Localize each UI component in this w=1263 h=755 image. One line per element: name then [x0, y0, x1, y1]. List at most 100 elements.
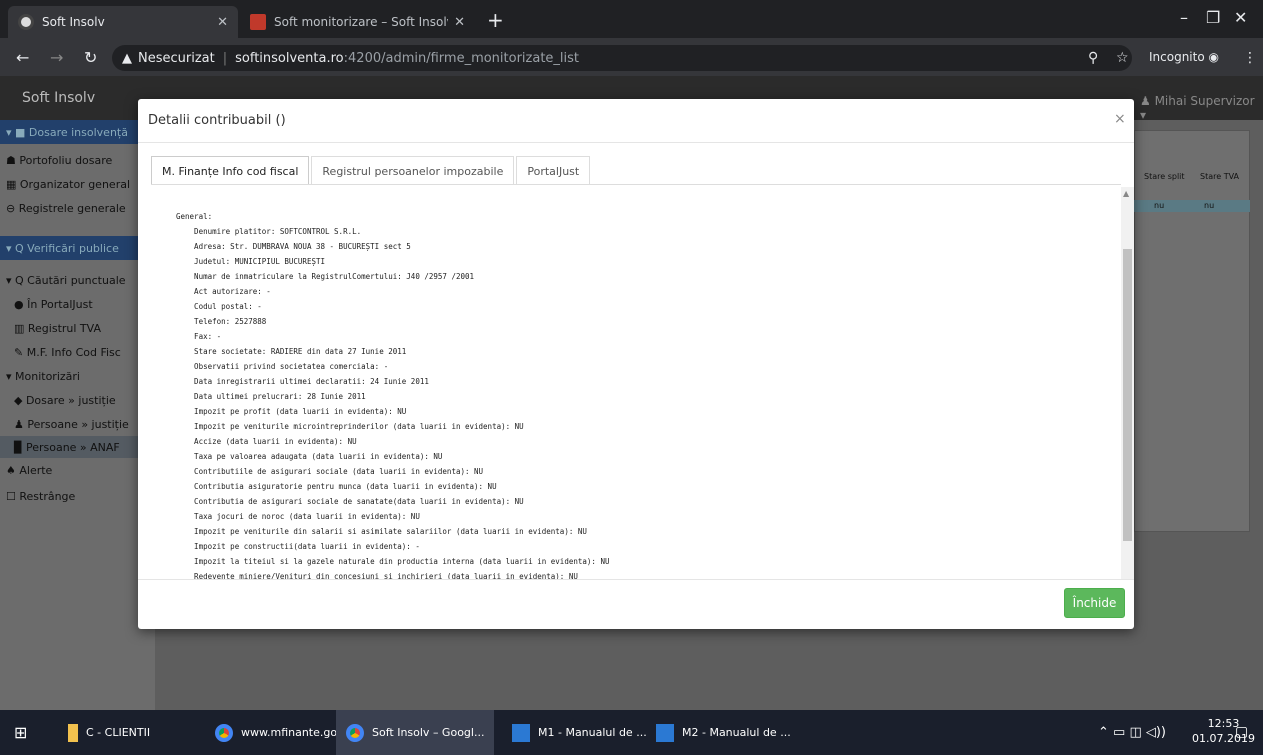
- info-line: Denumire platitor: SOFTCONTROL S.R.L.: [176, 227, 362, 236]
- sidebar-item-registrul-tva[interactable]: ▥ Registrul TVA: [14, 322, 101, 335]
- info-line: Impozit pe veniturile microintreprinderi…: [176, 422, 524, 431]
- folder-icon: [68, 723, 78, 742]
- info-line: Adresa: Str. DUMBRAVA NOUA 38 - BUCUREȘT…: [176, 242, 411, 251]
- incognito-badge[interactable]: Incognito ◉: [1149, 50, 1219, 64]
- modal-body[interactable]: M. Finanțe Info cod fiscal Registrul per…: [138, 143, 1134, 579]
- taskbar-label: Soft Insolv – Googl...: [372, 726, 485, 739]
- user-menu[interactable]: ♟ Mihai Supervizor ▾: [1140, 94, 1263, 122]
- red-square-favicon-icon: [250, 14, 266, 30]
- info-line: Act autorizare: -: [176, 287, 271, 296]
- user-name: Mihai Supervizor: [1154, 94, 1255, 108]
- modal-close-icon[interactable]: ×: [1114, 111, 1126, 127]
- info-line: Numar de inmatriculare la RegistrulComer…: [176, 272, 475, 281]
- info-line: Codul postal: -: [176, 302, 262, 311]
- taskbar-item-soft-insolv[interactable]: Soft Insolv – Googl...: [336, 710, 495, 755]
- taskbar-item-manual-m1[interactable]: M1 - Manualul de ...: [512, 710, 647, 755]
- info-line: Contributia de asigurari sociale de sana…: [176, 497, 524, 506]
- sidebar-item-persoane-anaf[interactable]: ▉ Persoane » ANAF: [14, 441, 120, 454]
- sidebar-item-monitorizari[interactable]: ▾ Monitorizări: [6, 370, 80, 383]
- sidebar-item-mf-info[interactable]: ✎ M.F. Info Cod Fisc: [14, 346, 121, 359]
- chrome-icon: [215, 723, 233, 742]
- minimize-icon[interactable]: –: [1180, 8, 1188, 27]
- results-table-panel: [1134, 130, 1250, 532]
- zoom-icon[interactable]: ⚲: [1088, 50, 1098, 66]
- sidebar-item-persoane-justitie[interactable]: ♟ Persoane » justiție: [14, 418, 129, 431]
- modal-footer-divider: [138, 579, 1134, 580]
- info-line: Taxa jocuri de noroc (data luarii in evi…: [176, 512, 420, 521]
- taskbar-item-explorer[interactable]: C - CLIENTII: [68, 710, 150, 755]
- browser-tab-soft-insolv[interactable]: Soft Insolv ✕: [8, 6, 238, 38]
- sidebar-item-dosare-justitie[interactable]: ◆ Dosare » justiție: [14, 394, 116, 407]
- taskbar-label: C - CLIENTII: [86, 726, 151, 739]
- info-line: Data inregistrarii ultimei declaratii: 2…: [176, 377, 429, 386]
- url-separator: |: [222, 50, 228, 66]
- info-line: Impozit la titeiul si la gazele naturale…: [176, 557, 610, 566]
- sidebar-item-verificari[interactable]: ▾ Q Verificări publice: [6, 242, 119, 255]
- scrollbar-thumb[interactable]: [1123, 249, 1132, 541]
- info-line: Stare societate: RADIERE din data 27 Iun…: [176, 347, 407, 356]
- sidebar-item-registre[interactable]: ⊖ Registrele generale: [6, 202, 126, 215]
- url-host: softinsolventa.ro: [235, 50, 344, 66]
- taskbar-label: M1 - Manualul de ...: [538, 726, 647, 739]
- info-line: Accize (data luarii in evidenta): NU: [176, 437, 357, 446]
- new-tab-icon[interactable]: +: [487, 10, 504, 30]
- sidebar-item-cautari[interactable]: ▾ Q Căutări punctuale: [6, 274, 126, 287]
- soft-insolv-favicon-icon: [18, 14, 34, 30]
- address-bar[interactable]: ▲ Nesecurizat | softinsolventa.ro :4200/…: [112, 45, 1132, 71]
- close-tab-icon[interactable]: ✕: [454, 15, 465, 30]
- close-tab-icon[interactable]: ✕: [217, 15, 228, 30]
- tab-mfinante-info[interactable]: M. Finanțe Info cod fiscal: [151, 156, 310, 185]
- browser-tab-soft-monitorizare[interactable]: Soft monitorizare – Soft Insolvent ✕: [240, 6, 475, 38]
- sidebar-item-dosare-insolventa[interactable]: ▾ ■ Dosare insolvență: [6, 126, 128, 139]
- bookmark-star-icon[interactable]: ☆: [1116, 50, 1129, 66]
- info-line: Fax: -: [176, 332, 222, 341]
- back-icon[interactable]: ←: [16, 48, 29, 67]
- chrome-icon: [346, 723, 364, 742]
- sidebar-item-portofoliu[interactable]: ☗ Portofoliu dosare: [6, 154, 112, 167]
- incognito-icon: ◉: [1208, 50, 1219, 64]
- info-line: Contributia asiguratorie pentru munca (d…: [176, 482, 497, 491]
- info-line: Impozit pe veniturile din salarii si asi…: [176, 527, 587, 536]
- tab-portaljust[interactable]: PortalJust: [516, 156, 591, 185]
- info-line: Telefon: 2527888: [176, 317, 267, 326]
- info-line: Data ultimei prelucrari: 28 Iunie 2011: [176, 392, 366, 401]
- info-line: Contributiile de asigurari sociale (data…: [176, 467, 484, 476]
- contribuabil-details-modal: Detalii contribuabil () × M. Finanțe Inf…: [138, 99, 1134, 629]
- forward-icon[interactable]: →: [50, 48, 63, 67]
- modal-tabs: M. Finanțe Info cod fiscal Registrul per…: [151, 156, 592, 185]
- reload-icon[interactable]: ↻: [84, 48, 97, 67]
- taskbar-label: M2 - Manualul de ...: [682, 726, 791, 739]
- tab-title: Soft Insolv: [42, 15, 105, 29]
- system-tray-icons[interactable]: ⌃ ▭ ◫ ◁)): [1098, 725, 1166, 740]
- tabs-divider: [151, 184, 1121, 185]
- windows-start-icon[interactable]: ⊞: [14, 710, 27, 755]
- word-document-icon: [512, 723, 530, 742]
- column-header-stare-split[interactable]: Stare split: [1144, 172, 1185, 181]
- close-button[interactable]: Închide: [1064, 588, 1125, 618]
- taskbar-item-mfinante[interactable]: www.mfinante.gov...: [215, 710, 353, 755]
- table-cell: nu: [1154, 201, 1165, 210]
- window-close-icon[interactable]: ✕: [1234, 8, 1247, 27]
- info-line: Judetul: MUNICIPIUL BUCUREȘTI: [176, 257, 326, 266]
- scroll-up-icon[interactable]: ▲: [1123, 189, 1129, 198]
- table-row[interactable]: [1134, 200, 1250, 212]
- sidebar-item-portaljust[interactable]: ● În PortalJust: [14, 298, 93, 311]
- tab-registrul-persoanelor[interactable]: Registrul persoanelor impozabile: [311, 156, 515, 185]
- notifications-icon[interactable]: ▢: [1235, 724, 1248, 740]
- column-header-stare-tva[interactable]: Stare TVA: [1200, 172, 1239, 181]
- info-line: Observatii privind societatea comerciala…: [176, 362, 389, 371]
- menu-kebab-icon[interactable]: ⋮: [1243, 50, 1257, 66]
- security-label: Nesecurizat: [138, 50, 215, 66]
- sidebar-item-organizator[interactable]: ▦ Organizator general: [6, 178, 130, 191]
- app-brand[interactable]: Soft Insolv: [22, 90, 95, 106]
- sidebar-item-alerte[interactable]: ♠ Alerte: [6, 464, 52, 477]
- restore-icon[interactable]: ❐: [1206, 8, 1220, 27]
- taskbar-item-manual-m2[interactable]: M2 - Manualul de ...: [656, 710, 791, 755]
- info-line: Taxa pe valoarea adaugata (data luarii i…: [176, 452, 443, 461]
- tab-title: Soft monitorizare – Soft Insolvent: [274, 15, 448, 29]
- modal-title: Detalii contribuabil (): [148, 113, 286, 128]
- word-document-icon: [656, 723, 674, 742]
- table-cell: nu: [1204, 201, 1215, 210]
- fiscal-info-text: General: Denumire platitor: SOFTCONTROL …: [176, 209, 609, 579]
- sidebar-item-restrange[interactable]: ☐ Restrânge: [6, 490, 75, 503]
